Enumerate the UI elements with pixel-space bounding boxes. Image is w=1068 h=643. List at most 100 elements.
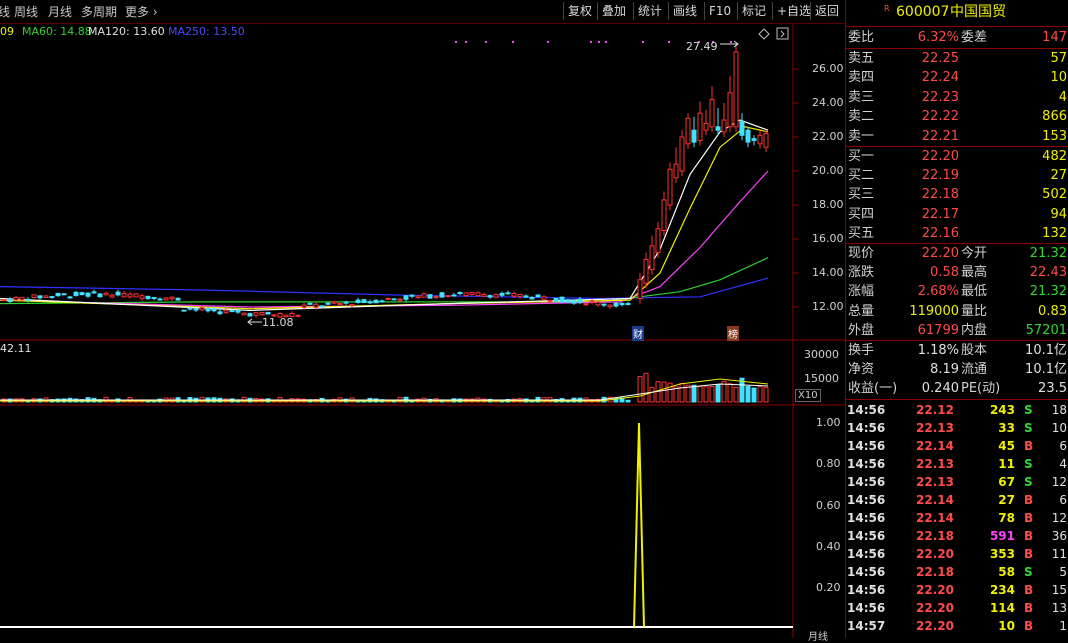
candle-body (751, 138, 757, 141)
add-watchlist-button[interactable]: +自选 (772, 2, 815, 20)
bid-row[interactable]: 买三 22.18 502 (846, 185, 1068, 204)
quote-value: 0.58 (930, 265, 959, 281)
tick-time: 14:56 (847, 511, 886, 525)
tab-more[interactable]: 更多 › (125, 3, 158, 20)
stats-button[interactable]: 统计 (633, 2, 666, 20)
diamond-icon[interactable] (758, 28, 770, 40)
candle-body (19, 296, 25, 301)
tick-volume: 234 (989, 583, 1015, 597)
tick-time: 14:56 (847, 583, 886, 597)
price-tick-16: 16.00 (812, 232, 844, 245)
volume-bar (679, 382, 685, 403)
ask-row[interactable]: 卖二 22.22 866 (846, 107, 1068, 126)
bid-row[interactable]: 买一 22.20 482 (846, 147, 1068, 166)
tick-row: 14:56 22.13 11 S 4 (846, 455, 1068, 473)
volume-bar (625, 399, 631, 403)
bid-row[interactable]: 买五 22.16 132 (846, 224, 1068, 243)
ranking-marker[interactable]: 榜 (727, 326, 739, 341)
candle-body (175, 297, 181, 301)
kline-chart-area[interactable]: 09 MA60: 14.88 MA120: 13.60 MA250: 13.50… (0, 24, 845, 643)
candle-body (67, 296, 73, 299)
fundamental-value: 0.240 (921, 381, 959, 396)
finance-marker[interactable]: 财 (632, 326, 644, 341)
ask-row[interactable]: 卖一 22.21 153 (846, 127, 1068, 146)
draw-line-button[interactable]: 画线 (668, 2, 701, 20)
candle-body (415, 295, 421, 299)
tick-count: 10 (1051, 421, 1067, 435)
candle-body (517, 293, 523, 298)
ask-row[interactable]: 卖三 22.23 4 (846, 88, 1068, 107)
candle-body (451, 294, 457, 297)
candle-body (739, 121, 745, 136)
bid-volume: 502 (1042, 187, 1067, 203)
quote-label: 最高 (961, 265, 988, 281)
candle-body (673, 163, 679, 179)
event-dot (455, 41, 457, 43)
candle-body (325, 302, 331, 305)
candle-body (697, 112, 703, 141)
mark-button[interactable]: 标记 (737, 2, 770, 20)
ma60-legend: MA60: 14.88 (22, 25, 92, 38)
tick-side: B (1024, 511, 1034, 525)
price-tick-14: 14.00 (812, 266, 844, 279)
candle-body (523, 295, 529, 298)
tick-time: 14:56 (847, 439, 886, 453)
tick-row: 14:57 22.20 10 B 1 (846, 617, 1068, 635)
candle-body (91, 291, 97, 294)
price-tick-12: 12.00 (812, 300, 844, 313)
tab-week[interactable]: 周线 (14, 3, 38, 20)
candle-body (355, 299, 361, 303)
tick-count: 12 (1051, 511, 1067, 525)
volume-indicator-value: 42.11 (0, 342, 32, 355)
adjust-button[interactable]: 复权 (563, 2, 596, 20)
bid-label: 买五 (848, 225, 875, 241)
f10-button[interactable]: F10 (704, 2, 735, 20)
candle-body (97, 293, 103, 298)
bid-row[interactable]: 买四 22.17 94 (846, 205, 1068, 224)
back-button[interactable]: 返回 (810, 2, 843, 20)
tick-volume: 78 (998, 511, 1015, 525)
tick-time: 14:56 (847, 457, 886, 471)
overlay-button[interactable]: 叠加 (597, 2, 630, 20)
tick-price: 22.13 (916, 421, 954, 435)
tab-day[interactable]: 线 (0, 3, 10, 20)
quote-label: 量比 (961, 303, 988, 319)
collapse-icon[interactable] (776, 27, 789, 40)
candle-body (661, 199, 667, 231)
tab-month[interactable]: 月线 (48, 3, 72, 20)
tick-time: 14:56 (847, 547, 886, 561)
ask-label: 卖二 (848, 109, 875, 125)
ask-row[interactable]: 卖五 22.25 57 (846, 49, 1068, 68)
candle-body (649, 245, 655, 271)
quote-label: 外盘 (848, 322, 875, 338)
bid-label: 买二 (848, 168, 875, 184)
candle-body (301, 304, 307, 308)
low-price-label: 11.08 (262, 316, 294, 329)
tick-price: 22.14 (916, 493, 954, 507)
ma-legend-first: 09 (0, 25, 14, 38)
candle-body (703, 122, 709, 131)
bid-row[interactable]: 买二 22.19 27 (846, 166, 1068, 185)
candle-body (619, 302, 625, 306)
indicator-spike-line (633, 422, 645, 628)
tick-price: 22.13 (916, 475, 954, 489)
ma10-line (0, 126, 769, 310)
tick-price: 22.20 (916, 619, 954, 633)
bid-price: 22.18 (921, 187, 959, 203)
tick-row: 14:56 22.14 27 B 6 (846, 491, 1068, 509)
moving-average-lines (0, 119, 769, 312)
volume-bar (649, 386, 655, 403)
tick-volume: 353 (989, 547, 1015, 561)
tick-volume: 27 (998, 493, 1015, 507)
candle-body (475, 292, 481, 297)
candle-body (187, 307, 193, 310)
tick-count: 18 (1051, 403, 1067, 417)
tick-count: 36 (1051, 529, 1067, 543)
fundamental-value: 8.19 (930, 362, 959, 377)
ask-row[interactable]: 卖四 22.24 10 (846, 68, 1068, 87)
tick-time: 14:56 (847, 421, 886, 435)
candle-body (199, 307, 205, 311)
tab-multi-period[interactable]: 多周期 (81, 3, 117, 20)
candle-body (745, 129, 751, 143)
chart-toolbar: 线 周线 月线 多周期 更多 › 复权 叠加 统计 画线 F10 标记 +自选 … (0, 0, 845, 24)
